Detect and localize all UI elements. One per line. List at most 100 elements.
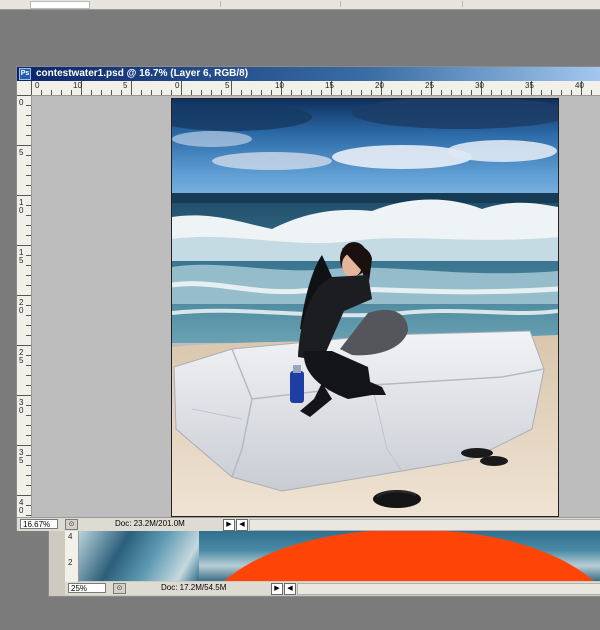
ruler-tick: [17, 395, 31, 396]
ruler-tick: [251, 90, 252, 95]
ruler-label: 20: [375, 81, 384, 90]
ruler-tick: [26, 135, 31, 136]
background-vertical-ruler: 4 2: [65, 530, 79, 582]
ruler-tick: [26, 405, 31, 406]
info-icon[interactable]: ⊙: [65, 519, 78, 530]
options-bar: [0, 0, 600, 10]
photoshop-document-icon: Ps: [19, 68, 31, 80]
zoom-level-field[interactable]: 16.67%: [20, 519, 58, 529]
ruler-tick: [371, 90, 372, 95]
ruler-tick: [521, 90, 522, 95]
ruler-tick: [271, 90, 272, 95]
ruler-tick: [301, 90, 302, 95]
ruler-label: 1 0: [19, 198, 24, 215]
vertical-ruler[interactable]: 0 5 1 0 1 5 2 0 2 5 3 0 3 5 4 0: [17, 95, 32, 517]
ruler-label: 2 5: [19, 348, 24, 365]
ruler-tick: [541, 90, 542, 95]
ruler-tick: [461, 90, 462, 95]
ruler-origin[interactable]: [17, 81, 32, 96]
ruler-tick: [351, 90, 352, 95]
ruler-label: 0: [175, 81, 180, 90]
ruler-tick: [26, 155, 31, 156]
background-status-bar: 25% ⊙ Doc: 17.2M/54.5M ▶ ◀: [65, 582, 600, 595]
ruler-tick: [26, 285, 31, 286]
horizontal-scrollbar[interactable]: [249, 519, 600, 531]
ruler-tick: [31, 81, 32, 95]
ruler-label: 35: [525, 81, 534, 90]
options-divider: [462, 1, 463, 7]
ruler-tick: [26, 165, 31, 166]
ruler-tick: [91, 90, 92, 95]
document-canvas[interactable]: [171, 98, 559, 517]
ruler-tick: [231, 81, 232, 95]
ruler-tick: [26, 305, 31, 306]
ruler-tick: [26, 255, 31, 256]
ruler-tick: [311, 90, 312, 95]
ruler-tick: [171, 90, 172, 95]
play-arrow-icon[interactable]: ▶: [223, 519, 235, 531]
background-document-canvas[interactable]: [79, 530, 600, 581]
ruler-tick: [341, 90, 342, 95]
options-divider: [340, 1, 341, 7]
ruler-tick: [17, 445, 31, 446]
ruler-label: 3 0: [19, 398, 24, 415]
ruler-tick: [41, 90, 42, 95]
left-arrow-icon[interactable]: ◀: [284, 583, 296, 595]
ruler-tick: [26, 435, 31, 436]
ruler-tick: [26, 465, 31, 466]
ruler-tick: [321, 90, 322, 95]
ruler-tick: [191, 90, 192, 95]
document-title-bar[interactable]: Ps contestwater1.psd @ 16.7% (Layer 6, R…: [17, 67, 600, 81]
ruler-tick: [26, 375, 31, 376]
ruler-tick: [26, 425, 31, 426]
ruler-tick: [241, 90, 242, 95]
ruler-tick: [151, 90, 152, 95]
ruler-tick: [26, 185, 31, 186]
ruler-tick: [26, 105, 31, 106]
ruler-tick: [17, 345, 31, 346]
ruler-tick: [551, 90, 552, 95]
ruler-label: 4 0: [19, 498, 24, 515]
ruler-tick: [111, 90, 112, 95]
ruler-tick: [491, 90, 492, 95]
ruler-tick: [501, 90, 502, 95]
ruler-tick: [161, 90, 162, 95]
ruler-label: 10: [73, 81, 82, 90]
document-window[interactable]: Ps contestwater1.psd @ 16.7% (Layer 6, R…: [16, 66, 600, 531]
ruler-tick: [61, 90, 62, 95]
ruler-tick: [51, 90, 52, 95]
ruler-label: 40: [575, 81, 584, 90]
ruler-tick: [26, 325, 31, 326]
ruler-tick: [26, 385, 31, 386]
info-icon[interactable]: ⊙: [113, 583, 126, 594]
ruler-label: 0: [35, 81, 40, 90]
ruler-tick: [26, 125, 31, 126]
ruler-tick: [17, 295, 31, 296]
ruler-tick: [421, 90, 422, 95]
ruler-tick: [591, 90, 592, 95]
ruler-tick: [17, 145, 31, 146]
options-field[interactable]: [30, 1, 90, 9]
orange-shape-layer: [199, 530, 600, 581]
background-zoom-field[interactable]: 25%: [68, 583, 106, 593]
options-divider: [220, 1, 221, 7]
document-title: contestwater1.psd @ 16.7% (Layer 6, RGB/…: [36, 68, 249, 79]
ocean-wave-image: [79, 530, 199, 581]
ruler-tick: [221, 90, 222, 95]
horizontal-ruler[interactable]: 0 10 5 0 5 10 15 20 25 30 35 40: [31, 81, 600, 96]
play-arrow-icon[interactable]: ▶: [271, 583, 283, 595]
ruler-tick: [211, 90, 212, 95]
ruler-tick: [181, 81, 182, 95]
ruler-tick: [26, 215, 31, 216]
ruler-label: 2 0: [19, 298, 24, 315]
horizontal-scrollbar[interactable]: [297, 583, 600, 595]
ruler-label: 5: [19, 148, 24, 157]
left-arrow-icon[interactable]: ◀: [236, 519, 248, 531]
ruler-tick: [26, 235, 31, 236]
ruler-tick: [17, 95, 31, 96]
ruler-tick: [26, 275, 31, 276]
ruler-tick: [26, 265, 31, 266]
ruler-tick: [26, 335, 31, 336]
ruler-tick: [411, 90, 412, 95]
document-pasteboard: [32, 96, 600, 517]
